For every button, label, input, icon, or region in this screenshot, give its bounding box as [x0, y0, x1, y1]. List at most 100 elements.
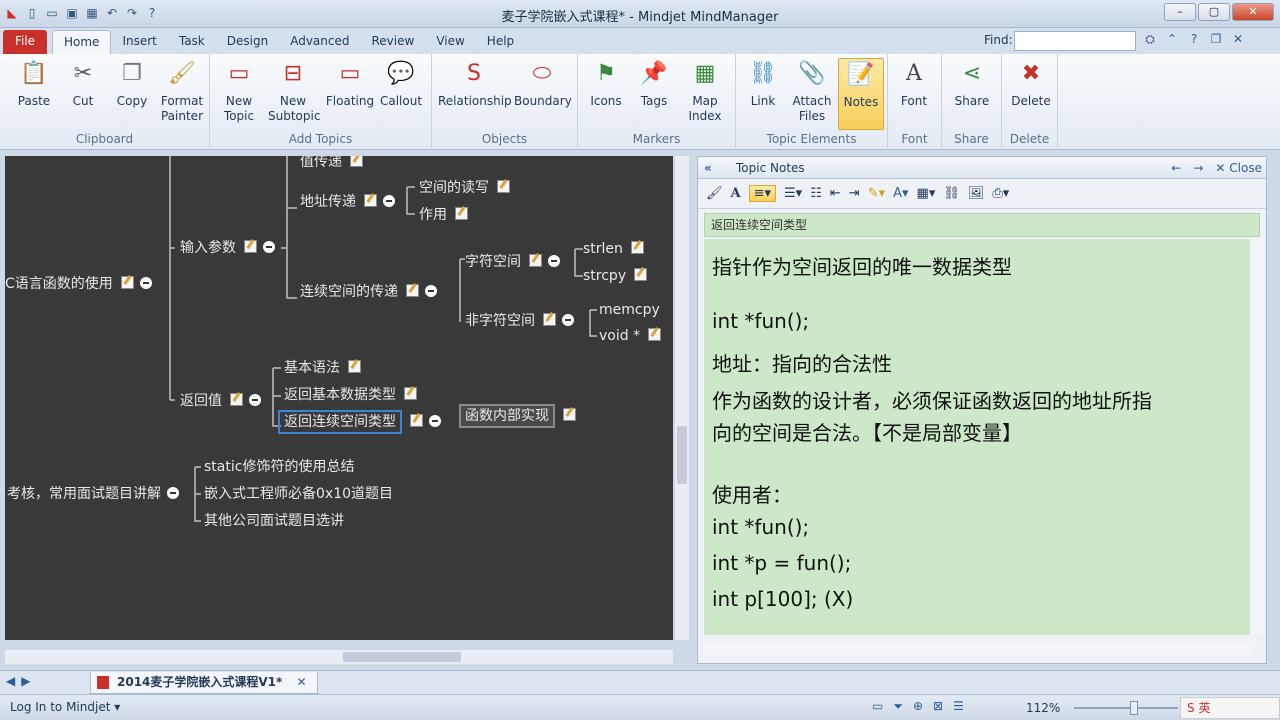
topic-embedded-0x10[interactable]: 嵌入式工程师必备0x10道题目 — [204, 485, 393, 503]
note-icon[interactable] — [120, 276, 134, 289]
topic-memcpy[interactable]: memcpy — [599, 301, 660, 319]
topic-basic-syntax[interactable]: 基本语法 — [284, 359, 361, 377]
copy-button[interactable]: ❐ Copy — [112, 60, 152, 109]
next-arrow-icon[interactable]: → — [1193, 157, 1203, 179]
note-icon[interactable] — [563, 408, 576, 421]
align-left-icon[interactable]: ≡▾ — [748, 185, 777, 202]
collapse-toggle[interactable] — [548, 255, 560, 267]
link-button[interactable]: ⛓ Link — [744, 60, 782, 109]
topic-contiguous-pass[interactable]: 连续空间的传递 — [300, 283, 437, 301]
boundary-button[interactable]: ⬭ Boundary — [514, 60, 572, 109]
callout-button[interactable]: 💬 Callout — [378, 60, 424, 109]
floating-topic-box[interactable]: 函数内部实现 — [459, 404, 555, 428]
collapse-panel-icon[interactable]: « — [704, 157, 712, 179]
restore-icon[interactable]: ❐ — [1208, 32, 1224, 47]
zoom-slider-knob[interactable] — [1130, 701, 1138, 715]
note-icon[interactable] — [348, 360, 361, 373]
collapse-toggle[interactable] — [429, 415, 441, 427]
topic-return-contiguous-type[interactable]: 返回连续空间类型 — [278, 410, 441, 434]
topic-strcpy[interactable]: strcpy — [583, 267, 648, 285]
ime-indicator[interactable]: S 英 — [1180, 697, 1280, 719]
scroll-thumb[interactable] — [343, 652, 461, 662]
image-icon[interactable]: 🖼 — [968, 186, 985, 201]
font-button[interactable]: A Font — [894, 60, 934, 109]
topic-return-value[interactable]: 返回值 — [180, 392, 261, 410]
notes-vertical-scrollbar[interactable] — [1251, 239, 1263, 635]
tab-insert[interactable]: Insert — [111, 30, 167, 54]
note-icon[interactable] — [406, 284, 419, 297]
cut-button[interactable]: ✂ Cut — [64, 60, 102, 109]
collapse-toggle[interactable] — [425, 285, 437, 297]
topic-nonchar-space[interactable]: 非字符空间 — [465, 312, 574, 330]
map-horizontal-scrollbar[interactable] — [5, 650, 673, 664]
tab-view[interactable]: View — [425, 30, 475, 54]
note-icon[interactable] — [455, 207, 468, 220]
font-color-icon[interactable]: A▾ — [893, 186, 908, 201]
outdent-icon[interactable]: ⇤ — [830, 186, 841, 201]
format-brush-icon[interactable]: 🖌 — [706, 186, 723, 201]
topic-space-read-write[interactable]: 空间的读写 — [419, 179, 510, 197]
note-icon[interactable] — [529, 254, 542, 267]
minimize-button[interactable]: – — [1164, 3, 1196, 21]
note-icon[interactable] — [244, 240, 257, 253]
topic-char-space[interactable]: 字符空间 — [465, 253, 560, 271]
find-input[interactable] — [1014, 31, 1136, 51]
bullet-list-icon[interactable]: ☷ — [810, 186, 822, 201]
topic-return-basic-type[interactable]: 返回基本数据类型 — [284, 386, 417, 404]
topic-root-interview[interactable]: 考核，常用面试题目讲解 — [7, 485, 179, 503]
topic-address-pass[interactable]: 地址传递 — [300, 193, 395, 211]
topic-other-companies[interactable]: 其他公司面试题目选讲 — [204, 512, 344, 530]
note-icon[interactable] — [497, 180, 510, 193]
note-icon[interactable] — [404, 387, 417, 400]
note-icon[interactable] — [648, 328, 662, 341]
close-doc-icon[interactable]: ✕ — [1230, 32, 1246, 47]
topic-static-summary[interactable]: static修饰符的使用总结 — [204, 458, 354, 476]
note-icon[interactable] — [364, 194, 377, 207]
new-subtopic-button[interactable]: ⊟ New Subtopic — [268, 60, 320, 124]
collapse-toggle[interactable] — [167, 487, 179, 499]
close-tab-icon[interactable]: ✕ — [297, 675, 307, 689]
collapse-toggle[interactable] — [383, 195, 395, 207]
hyperlink-icon[interactable]: ⛓ — [943, 186, 960, 201]
note-icon[interactable] — [630, 241, 644, 254]
outline-view-icon[interactable]: ☰ — [953, 699, 964, 714]
focus-icon[interactable]: ⊕ — [913, 699, 923, 714]
scroll-thumb[interactable] — [677, 426, 687, 484]
delete-button[interactable]: ✖ Delete — [1008, 60, 1054, 109]
indent-icon[interactable]: ⇥ — [849, 186, 860, 201]
font-a-icon[interactable]: A — [731, 186, 741, 201]
collapse-toggle[interactable] — [562, 314, 574, 326]
selected-topic-box[interactable]: 返回连续空间类型 — [278, 410, 402, 434]
layout-icon[interactable]: ▭ — [872, 699, 883, 714]
prev-doc-icon[interactable]: ◀ — [6, 674, 15, 688]
tab-advanced[interactable]: Advanced — [279, 30, 360, 54]
tab-design[interactable]: Design — [216, 30, 279, 54]
zoom-slider[interactable] — [1074, 707, 1178, 709]
paste-button[interactable]: 📋 Paste — [14, 60, 54, 109]
format-painter-button[interactable]: 🖌 Format Painter — [160, 60, 204, 124]
tab-task[interactable]: Task — [168, 30, 216, 54]
insert-object-icon[interactable]: ⎙▾ — [992, 186, 1009, 201]
filter-icon[interactable]: ⏷ — [893, 699, 903, 714]
tags-button[interactable]: 📌 Tags — [634, 60, 674, 109]
topic-strlen[interactable]: strlen — [583, 240, 644, 258]
maximize-button[interactable]: ▢ — [1198, 3, 1230, 21]
tab-file[interactable]: File — [3, 30, 47, 54]
login-button[interactable]: Log In to Mindjet ▾ — [10, 700, 120, 714]
note-icon[interactable] — [634, 268, 648, 281]
notes-button[interactable]: 📝 Notes — [838, 58, 884, 130]
topic-root-c-functions[interactable]: C语言函数的使用 — [5, 275, 152, 293]
highlight-icon[interactable]: ✎▾ — [868, 186, 885, 201]
map-index-button[interactable]: ▦ Map Index — [682, 60, 728, 124]
note-icon[interactable] — [350, 156, 363, 167]
relationship-button[interactable]: S Relationship — [438, 60, 512, 109]
tab-help[interactable]: Help — [476, 30, 525, 54]
collapse-ribbon-icon[interactable]: ⌃ — [1164, 32, 1180, 47]
note-icon[interactable] — [543, 313, 556, 326]
tab-home[interactable]: Home — [52, 30, 112, 54]
map-view-icon[interactable]: ⊠ — [933, 699, 943, 714]
tab-review[interactable]: Review — [360, 30, 425, 54]
topic-void-pointer[interactable]: void * — [599, 327, 662, 345]
notes-editor[interactable]: 指针作为空间返回的唯一数据类型 int *fun(); 地址：指向的合法性 作为… — [704, 239, 1250, 635]
topic-input-params[interactable]: 输入参数 — [180, 239, 275, 257]
